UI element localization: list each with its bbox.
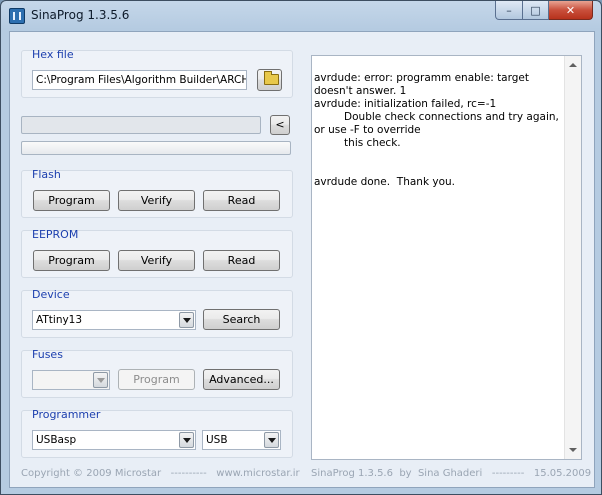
eeprom-program-button[interactable]: Program <box>33 250 110 271</box>
fuses-advanced-button[interactable]: Advanced... <box>203 369 280 390</box>
programmer-group: Programmer USBasp USB <box>21 408 293 458</box>
hexfile-group: Hex file C:\Program Files\Algorithm Buil… <box>21 48 293 98</box>
progress-bar-secondary <box>21 141 291 155</box>
minimize-button[interactable]: – <box>495 1 523 20</box>
progress-bar-main <box>21 116 261 134</box>
client-area: Hex file C:\Program Files\Algorithm Buil… <box>9 31 595 488</box>
programmer-select-value: USBasp <box>36 434 77 446</box>
eeprom-group: EEPROM Program Verify Read <box>21 228 293 278</box>
fuses-select[interactable] <box>32 370 110 390</box>
eeprom-verify-button[interactable]: Verify <box>118 250 195 271</box>
scroll-down-icon[interactable] <box>569 448 577 452</box>
flash-program-button[interactable]: Program <box>33 190 110 211</box>
footer-copyright: Copyright © 2009 Microstar ---------- ww… <box>21 468 300 479</box>
window-title: SinaProg 1.3.5.6 <box>31 8 130 22</box>
programmer-select[interactable]: USBasp <box>32 430 196 450</box>
flash-read-button[interactable]: Read <box>203 190 280 211</box>
hexfile-path-input[interactable]: C:\Program Files\Algorithm Builder\ARCHI… <box>32 70 247 90</box>
maximize-button[interactable]: □ <box>523 1 549 20</box>
chevron-down-icon[interactable] <box>264 432 279 448</box>
app-window: SinaProg 1.3.5.6 – □ ✕ Hex file C:\Progr… <box>0 0 602 495</box>
flash-group-title: Flash <box>32 168 61 181</box>
hexfile-group-title: Hex file <box>32 48 74 61</box>
collapse-button[interactable]: < <box>270 115 290 135</box>
device-group: Device ATtiny13 Search <box>21 288 293 338</box>
fuses-group-title: Fuses <box>32 348 63 361</box>
fuses-program-button[interactable]: Program <box>118 369 195 390</box>
port-select[interactable]: USB <box>202 430 281 450</box>
folder-open-icon <box>264 71 279 85</box>
device-search-button[interactable]: Search <box>203 309 280 330</box>
title-bar[interactable]: SinaProg 1.3.5.6 – □ ✕ <box>1 1 601 31</box>
log-scrollbar[interactable] <box>564 56 581 459</box>
chevron-down-icon[interactable] <box>93 372 108 388</box>
chevron-down-icon[interactable] <box>179 312 194 328</box>
device-select-value: ATtiny13 <box>36 314 83 326</box>
footer-version: SinaProg 1.3.5.6 by Sina Ghaderi -------… <box>311 468 592 479</box>
programmer-group-title: Programmer <box>32 408 101 421</box>
close-button[interactable]: ✕ <box>549 1 593 20</box>
log-text: avrdude: error: programm enable: target … <box>314 72 559 188</box>
caption-buttons: – □ ✕ <box>495 1 593 21</box>
device-select[interactable]: ATtiny13 <box>32 310 196 330</box>
flash-group: Flash Program Verify Read <box>21 168 293 218</box>
app-icon[interactable] <box>9 8 25 24</box>
port-select-value: USB <box>206 434 228 446</box>
device-group-title: Device <box>32 288 70 301</box>
browse-hexfile-button[interactable] <box>257 69 282 91</box>
log-output[interactable]: avrdude: error: programm enable: target … <box>311 55 582 460</box>
scroll-up-icon[interactable] <box>569 63 577 67</box>
chevron-down-icon[interactable] <box>179 432 194 448</box>
fuses-group: Fuses Program Advanced... <box>21 348 293 398</box>
flash-verify-button[interactable]: Verify <box>118 190 195 211</box>
eeprom-read-button[interactable]: Read <box>203 250 280 271</box>
eeprom-group-title: EEPROM <box>32 228 79 241</box>
